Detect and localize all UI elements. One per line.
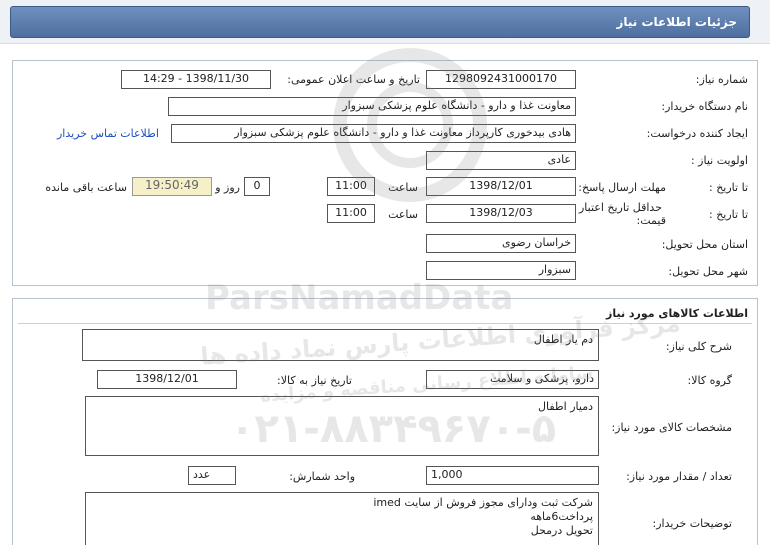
need-date-label: تاریخ نیاز به کالا: <box>277 374 352 387</box>
priority-field: عادی <box>426 151 576 170</box>
goods-section-divider <box>18 323 752 324</box>
buyer-notes-field: شرکت ثبت ودارای مجوز فروش از سایت imed پ… <box>85 492 599 545</box>
province-field: خراسان رضوی <box>426 234 576 253</box>
unit-label: واحد شمارش: <box>289 470 355 483</box>
deadline-time-label: ساعت <box>388 181 418 194</box>
summary-field: دم یار اطفال <box>82 329 599 361</box>
need-number-label: شماره نیاز: <box>695 73 748 86</box>
buyer-notes-line: تحویل درمحل <box>530 524 593 537</box>
unit-field: عدد <box>188 466 236 485</box>
need-number-field: 1298092431000170 <box>426 70 576 89</box>
priority-label: اولویت نیاز : <box>690 154 748 167</box>
goods-group-label: گروه کالا: <box>687 374 732 387</box>
city-field: سبزوار <box>426 261 576 280</box>
goods-group-field: دارو، پزشکی و سلامت <box>426 370 599 389</box>
deadline-time-field: 11:00 <box>327 177 375 196</box>
buyer-notes-line: شرکت ثبت ودارای مجوز فروش از سایت imed <box>373 496 593 509</box>
title-panel: جزئیات اطلاعات نیاز <box>10 6 750 38</box>
spec-field: دمیار اطفال <box>85 396 599 456</box>
days-remaining-field: 0 <box>244 177 270 196</box>
validity-time-label: ساعت <box>388 208 418 221</box>
remaining-time-label: ساعت باقی مانده <box>45 181 127 194</box>
validity-until-label: تا تاریخ : <box>709 208 748 221</box>
validity-label-line2: قیمت: <box>636 214 666 227</box>
creator-label: ایجاد کننده درخواست: <box>646 127 748 140</box>
qty-field: 1,000 <box>426 466 599 485</box>
need-date-field: 1398/12/01 <box>97 370 237 389</box>
remaining-time-display: 19:50:49 <box>132 177 212 196</box>
announce-date-label: تاریخ و ساعت اعلان عمومی: <box>287 73 420 86</box>
qty-label: تعداد / مقدار مورد نیاز: <box>626 470 732 483</box>
deadline-label: مهلت ارسال پاسخ: <box>578 181 666 194</box>
page-title: جزئیات اطلاعات نیاز <box>616 15 737 29</box>
validity-date-field: 1398/12/03 <box>426 204 576 223</box>
spec-label: مشخصات کالای مورد نیاز: <box>611 421 732 434</box>
goods-section-title: اطلاعات کالاهای مورد نیاز <box>606 307 748 320</box>
deadline-date-field: 1398/12/01 <box>426 177 576 196</box>
province-label: استان محل تحویل: <box>661 238 748 251</box>
announce-date-field: 1398/11/30 - 14:29 <box>121 70 271 89</box>
validity-label-line1: حداقل تاریخ اعتبار <box>578 201 662 214</box>
validity-time-field: 11:00 <box>327 204 375 223</box>
summary-label: شرح کلی نیاز: <box>665 340 732 353</box>
city-label: شهر محل تحویل: <box>668 265 748 278</box>
creator-field: هادی بیدخوری کارپرداز معاونت غذا و دارو … <box>171 124 576 143</box>
deadline-until-label: تا تاریخ : <box>709 181 748 194</box>
need-info-panel <box>12 60 758 286</box>
buyer-contact-link[interactable]: اطلاعات تماس خریدار <box>57 127 159 140</box>
buyer-org-field: معاونت غذا و دارو - دانشگاه علوم پزشکی س… <box>168 97 576 116</box>
days-label: روز و <box>215 181 240 194</box>
buyer-notes-line: پرداخت6ماهه <box>530 510 593 523</box>
buyer-org-label: نام دستگاه خریدار: <box>661 100 748 113</box>
buyer-notes-label: توضیحات خریدار: <box>652 517 733 530</box>
